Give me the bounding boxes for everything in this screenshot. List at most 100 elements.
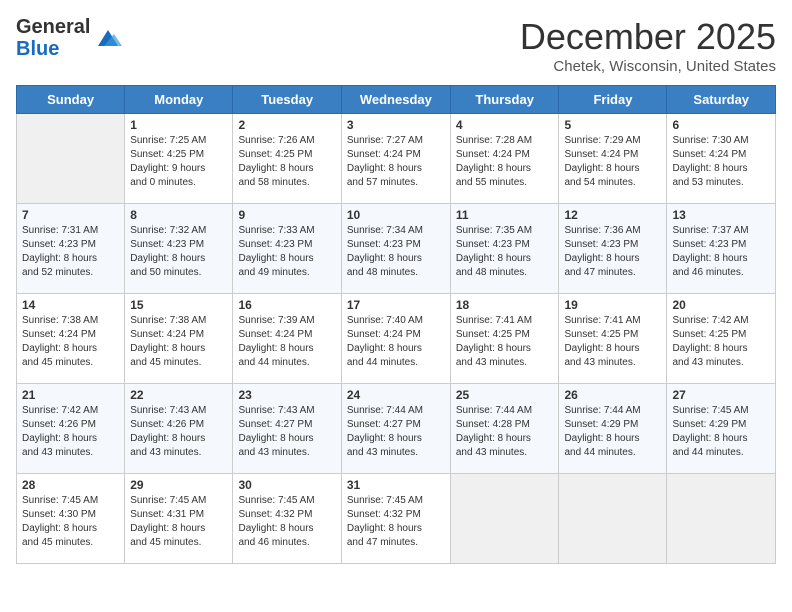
calendar-day-cell: 15Sunrise: 7:38 AMSunset: 4:24 PMDayligh… xyxy=(125,294,233,384)
daylight-minutes: and 43 minutes. xyxy=(22,446,119,460)
sunrise-text: Sunrise: 7:26 AM xyxy=(238,134,335,148)
daylight-minutes: and 47 minutes. xyxy=(564,266,661,280)
calendar-day-cell: 30Sunrise: 7:45 AMSunset: 4:32 PMDayligh… xyxy=(233,474,341,564)
sunset-text: Sunset: 4:25 PM xyxy=(564,328,661,342)
day-info: Sunrise: 7:38 AMSunset: 4:24 PMDaylight:… xyxy=(22,314,119,370)
sunset-text: Sunset: 4:23 PM xyxy=(22,238,119,252)
sunset-text: Sunset: 4:26 PM xyxy=(22,418,119,432)
calendar-day-cell: 8 Sunrise: 7:32 AMSunset: 4:23 PMDaylight… xyxy=(125,204,233,294)
day-info: Sunrise: 7:39 AMSunset: 4:24 PMDaylight:… xyxy=(238,314,335,370)
calendar-day-cell xyxy=(559,474,667,564)
calendar-day-cell: 19Sunrise: 7:41 AMSunset: 4:25 PMDayligh… xyxy=(559,294,667,384)
sunrise-text: Sunrise: 7:29 AM xyxy=(564,134,661,148)
calendar-header-thursday: Thursday xyxy=(450,86,559,114)
logo-text: General Blue xyxy=(16,16,90,60)
daylight-minutes: and 52 minutes. xyxy=(22,266,119,280)
logo-general: General xyxy=(16,16,90,38)
daylight-minutes: and 57 minutes. xyxy=(347,176,445,190)
calendar-day-cell: 17 Sunrise: 7:40 AMSunset: 4:24 PMDayligh… xyxy=(341,294,450,384)
sunrise-text: Sunrise: 7:44 AM xyxy=(564,404,661,418)
daylight-minutes: and 55 minutes. xyxy=(456,176,554,190)
daylight-text: Daylight: 8 hours xyxy=(238,432,335,446)
calendar-week-row: 7Sunrise: 7:31 AMSunset: 4:23 PMDaylight… xyxy=(17,204,776,294)
daylight-text: Daylight: 8 hours xyxy=(456,162,554,176)
day-number: 17 xyxy=(347,298,445,312)
sunset-text: Sunset: 4:32 PM xyxy=(238,508,335,522)
daylight-minutes: and 45 minutes. xyxy=(22,536,119,550)
daylight-minutes: and 44 minutes. xyxy=(564,446,661,460)
day-info: Sunrise: 7:35 AMSunset: 4:23 PMDaylight:… xyxy=(456,224,554,280)
daylight-text: Daylight: 8 hours xyxy=(672,162,770,176)
daylight-text: Daylight: 8 hours xyxy=(22,522,119,536)
daylight-minutes: and 46 minutes. xyxy=(238,536,335,550)
day-info: Sunrise: 7:45 AMSunset: 4:30 PMDaylight:… xyxy=(22,494,119,550)
logo-blue: Blue xyxy=(16,38,90,60)
sunset-text: Sunset: 4:23 PM xyxy=(347,238,445,252)
day-number: 8 xyxy=(130,208,227,222)
sunset-text: Sunset: 4:24 PM xyxy=(347,148,445,162)
day-number: 10 xyxy=(347,208,445,222)
daylight-minutes: and 49 minutes. xyxy=(238,266,335,280)
calendar-day-cell: 6Sunrise: 7:30 AMSunset: 4:24 PMDaylight… xyxy=(667,114,776,204)
daylight-text: Daylight: 8 hours xyxy=(22,342,119,356)
calendar-day-cell: 29Sunrise: 7:45 AMSunset: 4:31 PMDayligh… xyxy=(125,474,233,564)
sunrise-text: Sunrise: 7:42 AM xyxy=(22,404,119,418)
day-number: 9 xyxy=(238,208,335,222)
day-number: 28 xyxy=(22,478,119,492)
day-info: Sunrise: 7:45 AMSunset: 4:29 PMDaylight:… xyxy=(672,404,770,460)
sunset-text: Sunset: 4:27 PM xyxy=(238,418,335,432)
day-number: 21 xyxy=(22,388,119,402)
daylight-minutes: and 43 minutes. xyxy=(672,356,770,370)
day-number: 24 xyxy=(347,388,445,402)
daylight-text: Daylight: 8 hours xyxy=(564,432,661,446)
daylight-text: Daylight: 8 hours xyxy=(130,342,227,356)
day-info: Sunrise: 7:40 AMSunset: 4:24 PMDaylight:… xyxy=(347,314,445,370)
sunrise-text: Sunrise: 7:43 AM xyxy=(130,404,227,418)
daylight-text: Daylight: 8 hours xyxy=(456,432,554,446)
daylight-text: Daylight: 8 hours xyxy=(564,252,661,266)
daylight-text: Daylight: 8 hours xyxy=(130,522,227,536)
day-info: Sunrise: 7:33 AMSunset: 4:23 PMDaylight:… xyxy=(238,224,335,280)
daylight-text: Daylight: 8 hours xyxy=(22,432,119,446)
daylight-minutes: and 47 minutes. xyxy=(347,536,445,550)
daylight-minutes: and 53 minutes. xyxy=(672,176,770,190)
daylight-text: Daylight: 9 hours xyxy=(130,162,227,176)
sunrise-text: Sunrise: 7:39 AM xyxy=(238,314,335,328)
sunset-text: Sunset: 4:23 PM xyxy=(238,238,335,252)
day-info: Sunrise: 7:32 AMSunset: 4:23 PMDaylight:… xyxy=(130,224,227,280)
sunset-text: Sunset: 4:29 PM xyxy=(564,418,661,432)
sunrise-text: Sunrise: 7:45 AM xyxy=(22,494,119,508)
day-info: Sunrise: 7:42 AMSunset: 4:25 PMDaylight:… xyxy=(672,314,770,370)
month-title: December 2025 xyxy=(520,16,776,58)
day-info: Sunrise: 7:29 AMSunset: 4:24 PMDaylight:… xyxy=(564,134,661,190)
daylight-text: Daylight: 8 hours xyxy=(238,252,335,266)
daylight-text: Daylight: 8 hours xyxy=(672,432,770,446)
sunset-text: Sunset: 4:25 PM xyxy=(130,148,227,162)
sunset-text: Sunset: 4:24 PM xyxy=(564,148,661,162)
calendar-day-cell: 1Sunrise: 7:25 AMSunset: 4:25 PMDaylight… xyxy=(125,114,233,204)
calendar-day-cell: 5Sunrise: 7:29 AMSunset: 4:24 PMDaylight… xyxy=(559,114,667,204)
sunset-text: Sunset: 4:25 PM xyxy=(672,328,770,342)
location: Chetek, Wisconsin, United States xyxy=(520,58,776,75)
daylight-text: Daylight: 8 hours xyxy=(564,342,661,356)
sunrise-text: Sunrise: 7:45 AM xyxy=(347,494,445,508)
daylight-minutes: and 44 minutes. xyxy=(672,446,770,460)
logo: General Blue xyxy=(16,16,122,60)
sunrise-text: Sunrise: 7:33 AM xyxy=(238,224,335,238)
day-number: 29 xyxy=(130,478,227,492)
day-number: 13 xyxy=(672,208,770,222)
calendar-day-cell: 3Sunrise: 7:27 AMSunset: 4:24 PMDaylight… xyxy=(341,114,450,204)
daylight-minutes: and 43 minutes. xyxy=(347,446,445,460)
sunrise-text: Sunrise: 7:30 AM xyxy=(672,134,770,148)
calendar-day-cell: 23Sunrise: 7:43 AMSunset: 4:27 PMDayligh… xyxy=(233,384,341,474)
sunrise-text: Sunrise: 7:38 AM xyxy=(22,314,119,328)
sunset-text: Sunset: 4:31 PM xyxy=(130,508,227,522)
sunrise-text: Sunrise: 7:44 AM xyxy=(456,404,554,418)
day-number: 11 xyxy=(456,208,554,222)
day-number: 2 xyxy=(238,118,335,132)
day-number: 4 xyxy=(456,118,554,132)
daylight-minutes: and 58 minutes. xyxy=(238,176,335,190)
day-info: Sunrise: 7:27 AMSunset: 4:24 PMDaylight:… xyxy=(347,134,445,190)
daylight-text: Daylight: 8 hours xyxy=(347,432,445,446)
sunrise-text: Sunrise: 7:37 AM xyxy=(672,224,770,238)
